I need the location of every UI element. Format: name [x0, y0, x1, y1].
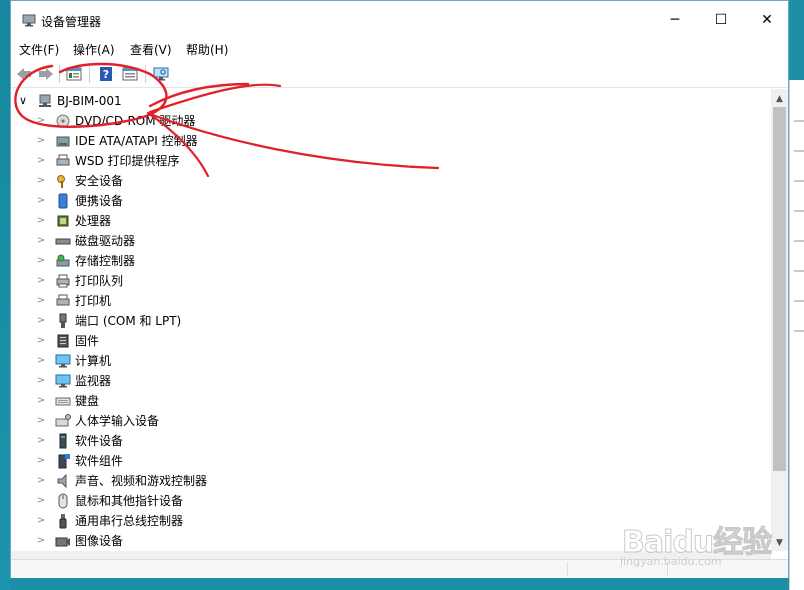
watermark-url: jingyan.baidu.com: [620, 555, 722, 568]
red-annotation-marks: [14, 62, 440, 178]
baidu-jingyan-watermark: Baidu经验 jingyan.baidu.com: [614, 503, 804, 575]
